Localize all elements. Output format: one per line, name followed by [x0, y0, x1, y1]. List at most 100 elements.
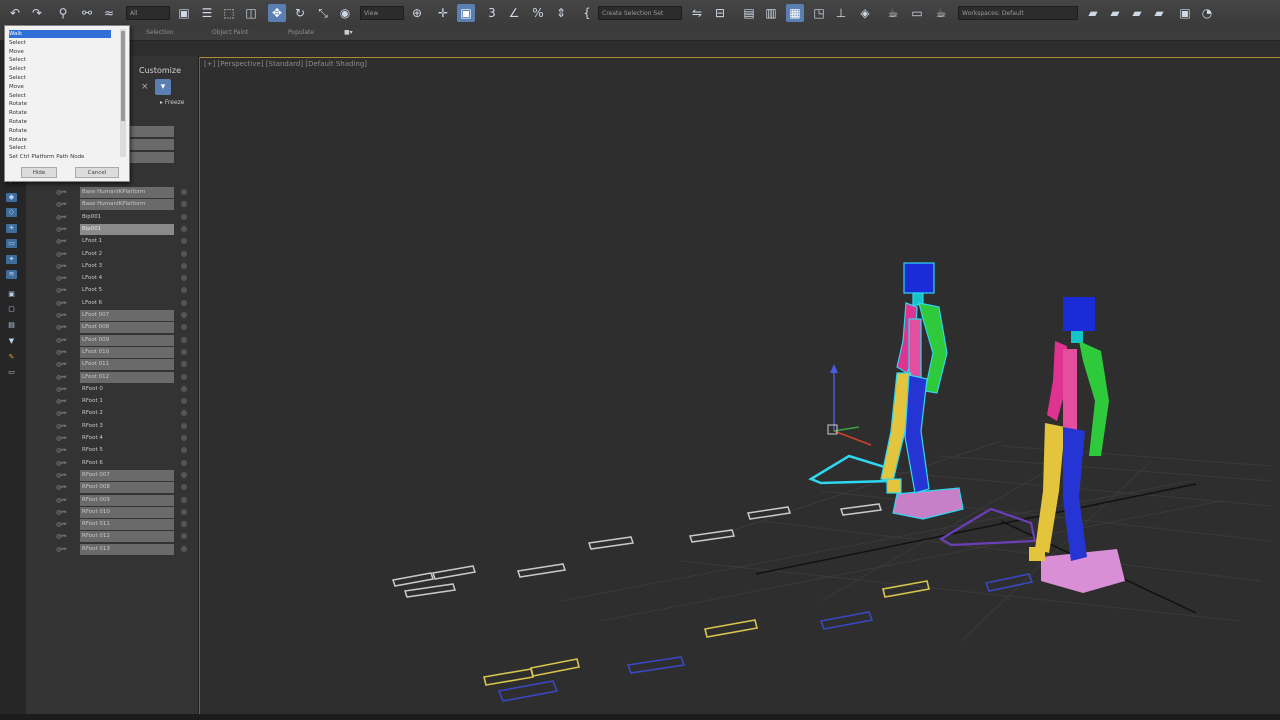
freeze-toggle-icon[interactable] — [181, 471, 187, 478]
scene-object-row[interactable]: ◎⚯ Base HumanIKPlatform — [56, 187, 195, 198]
dropdown-item[interactable]: Move — [9, 48, 111, 56]
scene-object-row[interactable]: ◎⚯ Bip001 — [56, 223, 195, 235]
scene-object-row[interactable]: ◎⚯ RFoot 010 — [56, 506, 195, 518]
dropdown-item[interactable]: Select — [9, 65, 111, 73]
scene-object-row[interactable]: ◎⚯ RFoot 6 — [56, 458, 195, 469]
dropdown-toggle-icon[interactable]: ▾ — [155, 79, 171, 95]
visibility-toggle-icon[interactable]: ◎⚯ — [56, 262, 76, 271]
dropdown-item[interactable]: Move — [9, 83, 111, 91]
freeze-toggle-icon[interactable] — [181, 533, 187, 540]
freeze-toggle-icon[interactable] — [181, 447, 187, 454]
visibility-toggle-icon[interactable]: ◎⚯ — [56, 508, 76, 517]
filter-bones-icon[interactable]: ▤ — [6, 321, 17, 330]
redo-icon[interactable]: ↷ — [28, 4, 46, 22]
scene-object-row[interactable]: ◎⚯ RFoot 1 — [56, 396, 195, 407]
customize-menu[interactable]: Customize — [139, 66, 181, 75]
freeze-toggle-icon[interactable] — [181, 373, 187, 380]
visibility-toggle-icon[interactable]: ◎⚯ — [56, 532, 76, 541]
visibility-toggle-icon[interactable]: ◎⚯ — [56, 237, 76, 246]
select-by-name-icon[interactable]: ☰ — [198, 4, 216, 22]
filter-cameras-icon[interactable]: ▭ — [6, 239, 17, 248]
rect-region-icon[interactable]: ⬚ — [220, 4, 238, 22]
freeze-toggle-icon[interactable] — [181, 361, 187, 368]
mirror-icon[interactable]: ⇋ — [688, 4, 706, 22]
scene-object-row[interactable]: ◎⚯ LFoot 009 — [56, 334, 195, 346]
perspective-viewport[interactable] — [199, 57, 1280, 715]
hide-button[interactable]: Hide — [21, 167, 57, 178]
visibility-toggle-icon[interactable]: ◎⚯ — [56, 311, 76, 320]
character-biped-2[interactable] — [938, 297, 1125, 593]
dropdown-item[interactable]: Rotate — [9, 109, 111, 117]
pivot-center-icon[interactable]: ⊕ — [408, 4, 426, 22]
dropdown-item[interactable]: Set Ctrl Platform Path Node — [9, 153, 111, 161]
freeze-toggle-icon[interactable] — [181, 398, 187, 405]
bind-space-warp-icon[interactable]: ≈ — [100, 4, 118, 22]
dropdown-item[interactable]: Select — [9, 144, 111, 152]
rendered-frame-window-icon[interactable]: ▭ — [908, 4, 926, 22]
scene-object-row[interactable]: ◎⚯ RFoot 012 — [56, 531, 195, 543]
filter-groups-icon[interactable]: ▣ — [6, 290, 17, 299]
filter-spacewarps-icon[interactable]: ≋ — [6, 270, 17, 279]
freeze-toggle-icon[interactable] — [181, 324, 187, 331]
scene-object-row[interactable]: ◎⚯ RFoot 4 — [56, 433, 195, 444]
freeze-toggle-icon[interactable] — [181, 275, 187, 282]
visibility-toggle-icon[interactable]: ◎⚯ — [56, 188, 76, 197]
visibility-toggle-icon[interactable]: ◎⚯ — [56, 250, 76, 259]
scene-object-row[interactable]: ◎⚯ LFoot 012 — [56, 371, 195, 383]
freeze-toggle-icon[interactable] — [181, 496, 187, 503]
reference-coordinate-dropdown[interactable]: View — [360, 6, 404, 20]
filter-geometry-icon[interactable]: ◆ — [6, 193, 17, 202]
visibility-toggle-icon[interactable]: ◎⚯ — [56, 471, 76, 480]
scene-object-row[interactable]: ◎⚯ LFoot 4 — [56, 273, 195, 284]
filter-funnel-icon[interactable]: ▼ — [6, 337, 17, 346]
freeze-toggle-icon[interactable] — [181, 545, 187, 552]
visibility-toggle-icon[interactable]: ◎⚯ — [56, 446, 76, 455]
visibility-toggle-icon[interactable]: ◎⚯ — [56, 225, 76, 234]
visibility-toggle-icon[interactable]: ◎⚯ — [56, 397, 76, 406]
visibility-toggle-icon[interactable]: ◎⚯ — [56, 483, 76, 492]
visibility-toggle-icon[interactable]: ◎⚯ — [56, 200, 76, 209]
visibility-toggle-icon[interactable]: ◎⚯ — [56, 496, 76, 505]
dropdown-item[interactable]: Rotate — [9, 118, 111, 126]
toggle-ribbon-icon[interactable]: ▦ — [786, 4, 804, 22]
toggle-scene-explorer-icon[interactable]: ▤ — [740, 4, 758, 22]
freeze-toggle-icon[interactable] — [181, 336, 187, 343]
scene-object-row[interactable]: ◎⚯ LFoot 3 — [56, 261, 195, 272]
dropdown-item[interactable]: Rotate — [9, 136, 111, 144]
scene-object-row[interactable]: ◎⚯ RFoot 013 — [56, 543, 195, 555]
freeze-toggle-icon[interactable] — [181, 238, 187, 245]
curve-editor-icon[interactable]: ◳ — [810, 4, 828, 22]
freeze-toggle-icon[interactable] — [181, 459, 187, 466]
toggle-layer-explorer-icon[interactable]: ▥ — [762, 4, 780, 22]
dropdown-item[interactable]: Select — [9, 74, 111, 82]
selection-set-dropdown-list[interactable]: Walk Select Move Select Select Select Move Sele… — [4, 25, 130, 182]
visibility-toggle-icon[interactable]: ◎⚯ — [56, 385, 76, 394]
scene-object-row[interactable]: ◎⚯ LFoot 5 — [56, 285, 195, 296]
freeze-toggle-icon[interactable] — [181, 484, 187, 491]
cancel-button[interactable]: Cancel — [75, 167, 119, 178]
scene-object-row[interactable]: ◎⚯ RFoot 3 — [56, 421, 195, 432]
freeze-toggle-icon[interactable] — [181, 225, 187, 232]
scene-object-row[interactable]: ◎⚯ LFoot 6 — [56, 298, 195, 309]
freeze-toggle-icon[interactable] — [181, 422, 187, 429]
filter-xrefs-icon[interactable]: ▢ — [6, 305, 17, 314]
open-file-icon[interactable]: ▰ — [1106, 4, 1124, 22]
scene-object-row[interactable]: ◎⚯ RFoot 2 — [56, 408, 195, 419]
viewport-label[interactable]: [+] [Perspective] [Standard] [Default Sh… — [204, 60, 367, 68]
align-icon[interactable]: ⊟ — [711, 4, 729, 22]
signin-icon[interactable]: ▣ — [1176, 4, 1194, 22]
visibility-toggle-icon[interactable]: ◎⚯ — [56, 348, 76, 357]
percent-snap-icon[interactable]: % — [529, 4, 547, 22]
freeze-toggle-icon[interactable] — [181, 299, 187, 306]
dropdown-item[interactable]: Select — [9, 39, 111, 47]
tab-selection[interactable]: Selection — [146, 29, 174, 36]
visibility-toggle-icon[interactable]: ◎⚯ — [56, 274, 76, 283]
close-icon[interactable]: × — [141, 82, 149, 92]
dropdown-scrollbar[interactable] — [120, 29, 126, 157]
tab-object-paint[interactable]: Object Paint — [212, 29, 248, 36]
filter-lights-icon[interactable]: ☀ — [6, 224, 17, 233]
dropdown-scroll-thumb[interactable] — [121, 31, 125, 121]
highlight-icon[interactable]: ✎ — [6, 353, 17, 362]
project-folder-icon[interactable]: ▰ — [1084, 4, 1102, 22]
scene-object-row[interactable]: ◎⚯ RFoot 011 — [56, 519, 195, 531]
